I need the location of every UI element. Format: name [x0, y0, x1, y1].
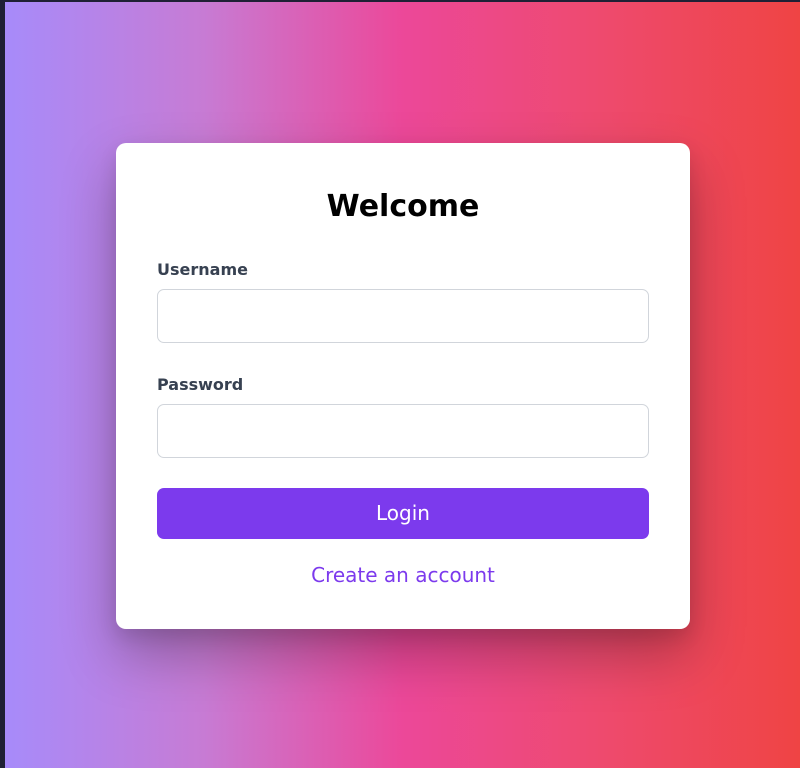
- page-title: Welcome: [326, 189, 480, 224]
- password-input[interactable]: [157, 404, 649, 458]
- create-account-link[interactable]: Create an account: [116, 561, 690, 589]
- login-card: Welcome Username Password Login Create a…: [116, 143, 690, 629]
- gradient-background: Welcome Username Password Login Create a…: [5, 2, 800, 768]
- username-input[interactable]: [157, 289, 649, 343]
- login-button[interactable]: Login: [157, 488, 649, 539]
- username-label: Username: [157, 260, 248, 279]
- password-label: Password: [157, 375, 244, 394]
